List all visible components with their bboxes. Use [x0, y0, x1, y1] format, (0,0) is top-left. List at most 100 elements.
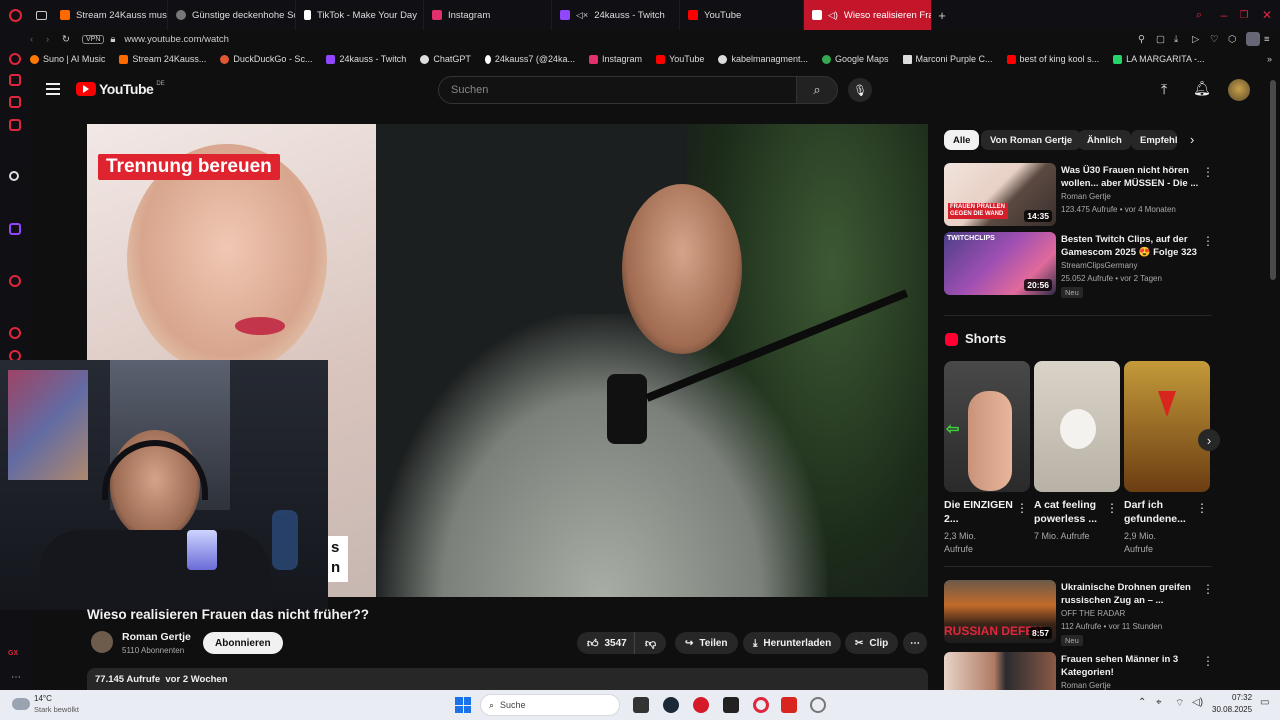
page-scrollbar[interactable] — [1270, 80, 1276, 280]
bookmark-suno[interactable]: Suno | AI Music — [30, 54, 105, 64]
bookmark-kabelmanagment[interactable]: kabelmanagment... — [718, 54, 808, 64]
speaker-icon[interactable]: ◁) — [828, 10, 838, 21]
windows-start-icon[interactable] — [455, 697, 471, 713]
chips-next-icon[interactable]: › — [1190, 132, 1194, 147]
more-vertical-icon[interactable]: ⋮ — [1016, 501, 1028, 515]
history-icon[interactable] — [9, 53, 21, 65]
taskbar-search[interactable]: ⌕ Suche — [480, 694, 620, 716]
related-video[interactable]: Frauen sehen Männer in 3 Kategorien! Rom… — [944, 652, 1214, 690]
clock-date[interactable]: 30.08.2025 — [1212, 705, 1252, 714]
profile-avatar[interactable] — [1246, 32, 1260, 46]
search-button[interactable]: ⌕ — [796, 76, 838, 104]
opera-gx-icon[interactable] — [753, 697, 769, 713]
tray-location-icon[interactable]: ⌖ — [1156, 697, 1162, 708]
close-icon[interactable]: ✕ — [1254, 8, 1280, 22]
more-vertical-icon[interactable]: ⋮ — [1202, 654, 1214, 668]
mediamarkt-icon[interactable] — [781, 697, 797, 713]
related-video-channel[interactable]: OFF THE RADAR — [1061, 609, 1125, 618]
shorts-next-button[interactable]: › — [1198, 429, 1220, 451]
volume-icon[interactable]: ◁) — [1192, 697, 1203, 708]
chip-all[interactable]: Alle — [944, 130, 980, 150]
more-actions-button[interactable]: ⋯ — [903, 632, 927, 654]
notifications-bell-icon[interactable]: 🔔︎ — [1193, 80, 1211, 97]
play-panel-icon[interactable] — [9, 275, 21, 287]
bookmark-marconi[interactable]: Marconi Purple C... — [902, 54, 993, 64]
youtube-logo[interactable]: YouTube DE — [76, 81, 165, 97]
search-input[interactable]: Suchen — [438, 76, 798, 104]
maximize-icon[interactable]: ❐ — [1234, 10, 1254, 21]
menu-icon[interactable]: ≡ — [1264, 34, 1280, 45]
tab-tiktok[interactable]: TikTok - Make Your Day — [296, 0, 424, 30]
chip-recommended[interactable]: Empfehl — [1131, 130, 1177, 150]
new-tab-button[interactable]: + — [932, 8, 952, 23]
back-icon[interactable]: ‹ — [30, 34, 46, 45]
tab-suno[interactable]: Stream 24Kauss music | A — [52, 0, 168, 30]
related-video[interactable]: TWITCHCLIPS 20:56 Besten Twitch Clips, a… — [944, 232, 1214, 298]
related-video-thumbnail[interactable]: FRAUEN PRALLEN GEGEN DIE WAND 14:35 — [944, 163, 1056, 226]
more-vertical-icon[interactable]: ⋮ — [1202, 582, 1214, 596]
account-avatar[interactable] — [1228, 79, 1250, 101]
clock-time[interactable]: 07:32 — [1232, 693, 1252, 702]
weather-temperature[interactable]: 14°C — [34, 694, 52, 703]
epic-games-icon[interactable] — [723, 697, 739, 713]
more-icon[interactable]: ⋯ — [11, 672, 21, 683]
create-upload-icon[interactable]: ⤒ — [1161, 81, 1167, 98]
reload-icon[interactable]: ↻ — [62, 34, 82, 45]
related-video-channel[interactable]: Roman Gertje — [1061, 681, 1111, 690]
bookmark-king-kool[interactable]: best of king kool s... — [1006, 54, 1099, 64]
weather-cloud-icon[interactable] — [12, 698, 30, 710]
voice-search-icon[interactable]: 🎙︎ — [848, 78, 872, 102]
tab-current-video[interactable]: ◁) Wieso realisieren Frau — [804, 0, 932, 30]
tiktok-panel-icon[interactable] — [9, 171, 19, 181]
short-thumbnail[interactable] — [1124, 361, 1210, 492]
more-vertical-icon[interactable]: ⋮ — [1106, 501, 1118, 515]
gx-label-icon[interactable]: GX — [8, 650, 18, 657]
workspaces-icon[interactable] — [30, 0, 52, 30]
related-video[interactable]: FRAUEN PRALLEN GEGEN DIE WAND 14:35 Was … — [944, 163, 1214, 227]
dislike-button[interactable]: 👎︎ — [634, 632, 667, 654]
subscribe-button[interactable]: Abonnieren — [203, 632, 283, 654]
send-icon[interactable] — [9, 74, 21, 86]
minimize-icon[interactable]: – — [1214, 8, 1234, 22]
browser-logo-icon[interactable] — [0, 0, 30, 30]
more-bookmarks-icon[interactable]: » — [1267, 54, 1272, 64]
twitch-panel-icon[interactable] — [9, 223, 21, 235]
like-button[interactable]: 👍︎ 3547 — [577, 632, 635, 654]
player-icon[interactable]: ▷ — [1192, 34, 1210, 45]
bookmark-google-maps[interactable]: Google Maps — [821, 54, 889, 64]
notification-icon[interactable]: ▭ — [1260, 697, 1269, 708]
clock-icon[interactable] — [9, 327, 21, 339]
bookmark-instagram[interactable]: Instagram — [589, 54, 642, 64]
related-video[interactable]: RUSSIAN DEFEN 8:57 Ukrainische Drohnen g… — [944, 580, 1214, 646]
task-view-icon[interactable] — [633, 697, 649, 713]
more-vertical-icon[interactable]: ⋮ — [1202, 234, 1214, 248]
gear-app-icon[interactable] — [810, 697, 826, 713]
short-thumbnail[interactable] — [1034, 361, 1120, 492]
short-thumbnail[interactable]: ⇦ — [944, 361, 1030, 492]
more-vertical-icon[interactable]: ⋮ — [1202, 165, 1214, 179]
extensions-icon[interactable]: ⬡ — [1228, 34, 1246, 45]
red-app-icon[interactable] — [693, 697, 709, 713]
bookmark-twitch[interactable]: 24kauss - Twitch — [326, 54, 406, 64]
player-panel-icon[interactable] — [9, 96, 21, 108]
wifi-icon[interactable]: ⌔ — [1175, 697, 1184, 710]
related-video-thumbnail[interactable]: TWITCHCLIPS 20:56 — [944, 232, 1056, 295]
more-vertical-icon[interactable]: ⋮ — [1196, 501, 1208, 515]
channel-name[interactable]: Roman Gertje — [122, 631, 191, 643]
tab-instagram[interactable]: Instagram — [424, 0, 552, 30]
bookmark-youtube[interactable]: YouTube — [656, 54, 704, 64]
chip-similar[interactable]: Ähnlich — [1078, 130, 1131, 150]
search-tabs-icon[interactable]: ⌕ — [1196, 9, 1214, 22]
bookmarks-panel-icon[interactable] — [9, 119, 21, 131]
steam-icon[interactable] — [663, 697, 679, 713]
weather-description[interactable]: Stark bewölkt — [34, 705, 79, 714]
lock-icon[interactable]: 🔒︎ — [110, 34, 124, 45]
snapshot-icon[interactable]: ▢ — [1156, 34, 1174, 45]
tray-chevron-icon[interactable]: ⌃ — [1138, 697, 1146, 708]
description-box[interactable]: 77.145 Aufrufe vor 2 Wochen — [87, 668, 928, 690]
speaker-muted-icon[interactable]: ◁× — [576, 10, 588, 21]
share-button[interactable]: ↪ Teilen — [675, 632, 738, 654]
bookmark-stream[interactable]: Stream 24Kauss... — [119, 54, 206, 64]
forward-icon[interactable]: › — [46, 34, 62, 45]
related-video-thumbnail[interactable]: RUSSIAN DEFEN 8:57 — [944, 580, 1056, 643]
